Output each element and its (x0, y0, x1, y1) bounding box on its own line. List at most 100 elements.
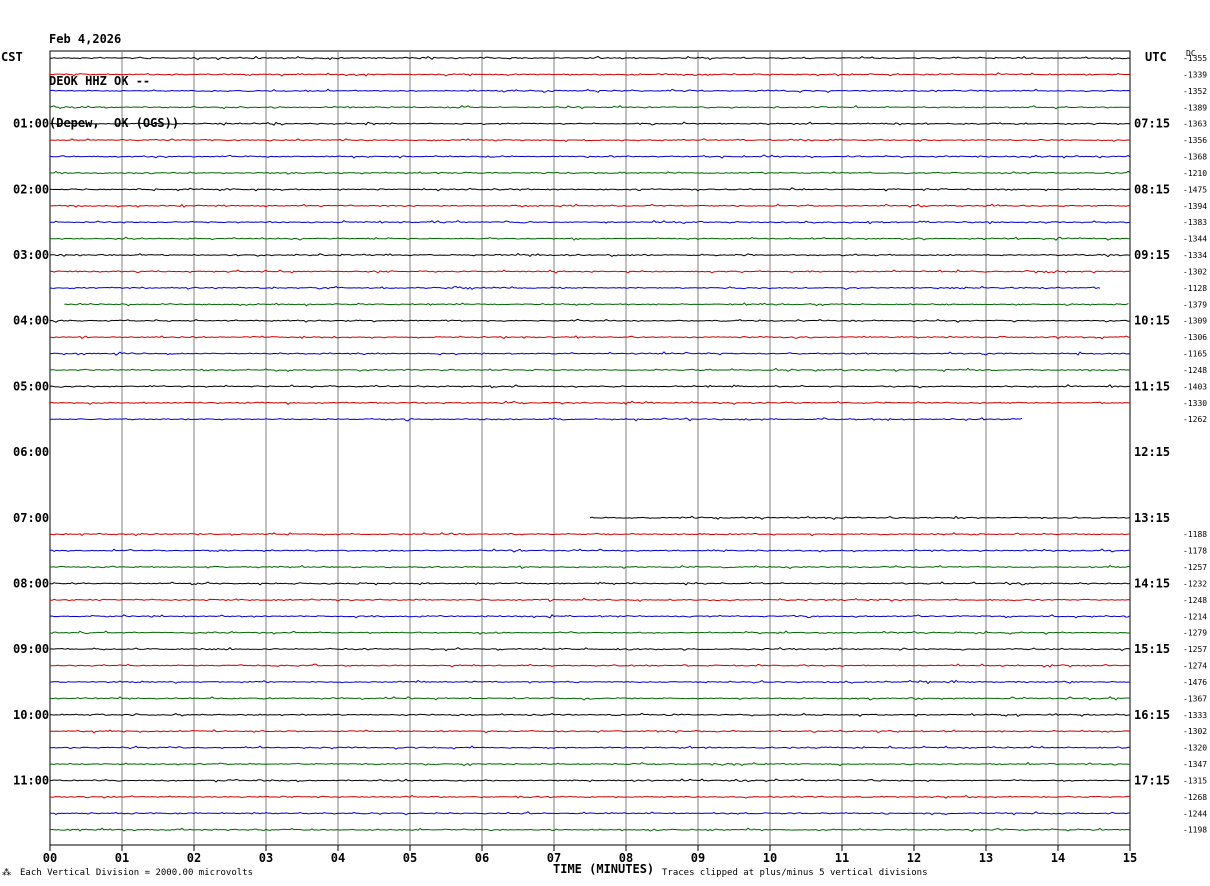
seismic-trace (49, 285, 1101, 290)
x-tick-label: 14 (1051, 851, 1065, 865)
x-tick-label: 02 (187, 851, 201, 865)
utc-hour-label: 09:15 (1134, 248, 1170, 262)
dc-offset-label: -1383 (1183, 218, 1207, 227)
seismic-trace (49, 72, 1131, 77)
x-tick-label: 05 (403, 851, 417, 865)
x-tick-label: 09 (691, 851, 705, 865)
x-tick-label: 04 (331, 851, 345, 865)
dc-offset-label: -1165 (1183, 350, 1207, 359)
dc-offset-label: -1320 (1183, 744, 1207, 753)
seismic-trace (50, 351, 1131, 356)
utc-hour-label: 11:15 (1134, 379, 1170, 393)
seismic-trace (49, 794, 1131, 799)
x-tick-label: 00 (43, 851, 57, 865)
cst-hour-label: 10:00 (13, 708, 49, 722)
seismic-trace (49, 335, 1131, 340)
helicorder-plot: 00 01 02 03 04 05 06 07 08 09 10 11 12 13 14 15-1355-13… (13, 50, 1207, 865)
seismic-trace (50, 712, 1130, 718)
seismic-trace (49, 400, 1131, 406)
dc-offset-label: -1475 (1183, 185, 1207, 194)
utc-hour-label: 17:15 (1134, 773, 1170, 787)
dc-offset-label: -1344 (1183, 235, 1207, 244)
dc-offset-label: -1379 (1183, 300, 1207, 309)
dc-offset-label: -1279 (1183, 629, 1207, 638)
seismic-trace (64, 302, 1129, 307)
cst-hour-label: 05:00 (13, 379, 49, 393)
cst-hour-label: 03:00 (13, 248, 49, 262)
dc-offset-label: -1214 (1183, 612, 1207, 621)
dc-offset-label: -1368 (1183, 153, 1207, 162)
seismic-trace (49, 203, 1131, 208)
seismic-trace (49, 745, 1131, 750)
cst-hour-label: 07:00 (13, 511, 49, 525)
dc-offset-label: -1403 (1183, 382, 1207, 391)
dc-offset-label: -1333 (1183, 711, 1207, 720)
dc-offset-label: -1257 (1183, 645, 1207, 654)
seismic-trace (50, 679, 1131, 685)
x-tick-label: 12 (907, 851, 921, 865)
dc-offset-label: -1334 (1183, 251, 1207, 260)
dc-offset-label: -1363 (1183, 120, 1207, 129)
seismic-trace (50, 219, 1131, 225)
dc-offset-label: -1394 (1183, 202, 1207, 211)
cst-hour-label: 06:00 (13, 445, 49, 459)
seismic-trace (49, 663, 1131, 668)
seismic-trace (49, 318, 1131, 323)
plot-frame (49, 50, 1131, 846)
seismic-trace (589, 515, 1131, 520)
dc-offset-label: -1352 (1183, 87, 1207, 96)
footer-mark: ⁂ (2, 868, 11, 878)
seismic-trace (49, 581, 1131, 586)
seismic-trace (50, 417, 1023, 422)
dc-offset-label: -1306 (1183, 333, 1207, 342)
cst-hour-label: 01:00 (13, 117, 49, 131)
seismic-trace (49, 827, 1131, 832)
seismic-trace (49, 811, 1130, 816)
x-tick-label: 13 (979, 851, 993, 865)
cst-hour-label: 11:00 (13, 773, 49, 787)
seismic-trace (49, 269, 1131, 274)
dc-offset-label: -1389 (1183, 103, 1207, 112)
seismic-trace (49, 105, 1130, 110)
seismic-trace (49, 384, 1131, 389)
utc-hour-label: 13:15 (1134, 511, 1170, 525)
seismic-trace (49, 367, 1131, 373)
dc-offset-label: -1178 (1183, 547, 1207, 556)
cst-hour-label: 02:00 (13, 182, 49, 196)
seismic-trace (49, 55, 1131, 61)
utc-hour-label: 08:15 (1134, 182, 1170, 196)
seismic-trace (49, 88, 1131, 93)
x-axis-title: TIME (MINUTES) (553, 862, 655, 876)
dc-offset-label: -1476 (1183, 678, 1207, 687)
seismic-trace (50, 138, 1131, 143)
dc-offset-label: -1268 (1183, 793, 1207, 802)
dc-offset-label: -1356 (1183, 136, 1207, 145)
seismic-trace (49, 696, 1131, 701)
seismic-trace (49, 170, 1131, 175)
seismic-trace (49, 532, 1131, 537)
seismic-trace (49, 121, 1131, 126)
seismic-trace (49, 548, 1130, 553)
seismic-trace (49, 236, 1131, 241)
utc-hour-label: 12:15 (1134, 445, 1170, 459)
dc-offset-label: -1198 (1183, 826, 1207, 835)
dc-offset-label: -1262 (1183, 415, 1207, 424)
dc-offset-label: -1248 (1183, 366, 1207, 375)
dc-offset-label: -1309 (1183, 317, 1207, 326)
cst-hour-label: 08:00 (13, 576, 49, 590)
scale-note: Each Vertical Division = 2000.00 microvo… (20, 868, 253, 878)
seismic-trace (49, 630, 1131, 635)
utc-hour-label: 14:15 (1134, 576, 1170, 590)
dc-offset-label: -1244 (1183, 809, 1207, 818)
clip-note: Traces clipped at plus/minus 5 vertical … (662, 868, 928, 878)
dc-offset-label: -1248 (1183, 596, 1207, 605)
utc-hour-label: 16:15 (1134, 708, 1170, 722)
dc-offset-label: -1210 (1183, 169, 1207, 178)
cst-hour-label: 04:00 (13, 314, 49, 328)
seismic-trace (49, 614, 1131, 619)
dc-offset-label: -1302 (1183, 727, 1207, 736)
dc-offset-label: -1347 (1183, 760, 1207, 769)
seismic-trace (49, 778, 1131, 783)
x-tick-label: 10 (763, 851, 777, 865)
dc-offset-label: -1188 (1183, 530, 1207, 539)
